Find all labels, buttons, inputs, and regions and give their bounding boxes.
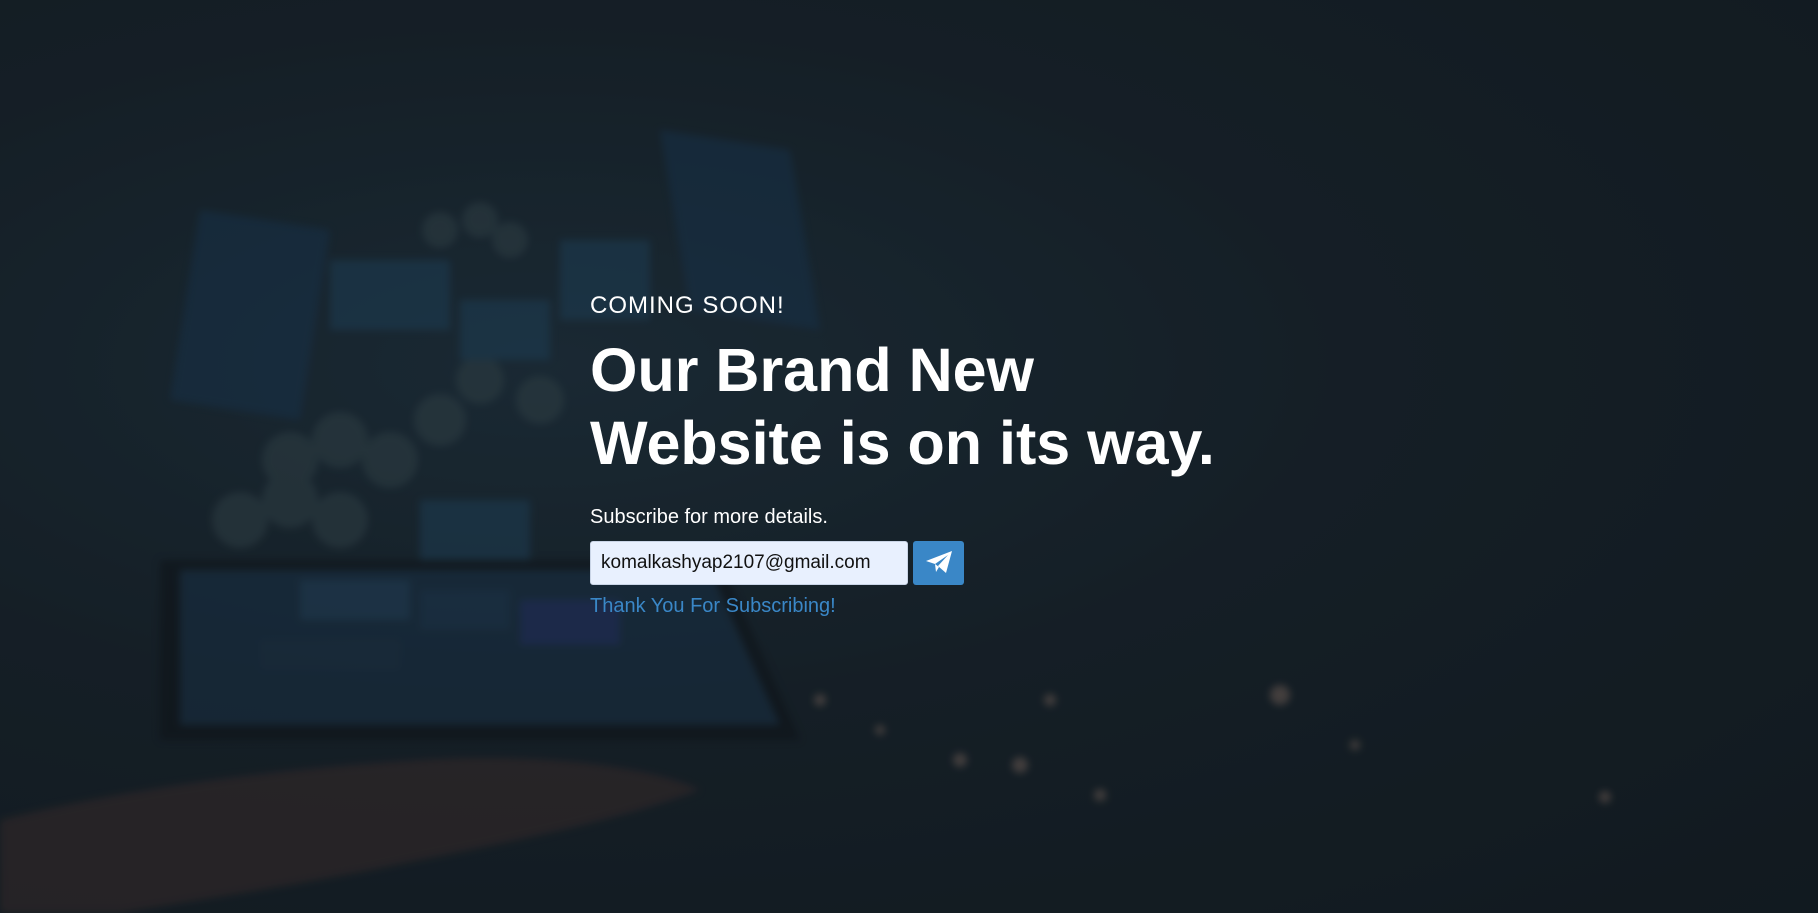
- coming-soon-label: COMING SOON!: [590, 292, 785, 319]
- subscription-success-message: Thank You For Subscribing!: [590, 595, 836, 617]
- paper-plane-icon: [924, 549, 954, 578]
- headline-line-2: Website is on its way.: [590, 409, 1215, 477]
- subscribe-form: [590, 541, 1350, 585]
- subscribe-prompt: Subscribe for more details.: [590, 506, 828, 528]
- headline-line-1: Our Brand New: [590, 336, 1035, 404]
- headline: Our Brand New Website is on its way.: [590, 334, 1350, 480]
- coming-soon-page: COMING SOON! Our Brand New Website is on…: [0, 0, 1818, 913]
- subscribe-button[interactable]: [913, 541, 964, 585]
- email-input[interactable]: [590, 541, 908, 585]
- hero-section: COMING SOON! Our Brand New Website is on…: [590, 292, 1350, 618]
